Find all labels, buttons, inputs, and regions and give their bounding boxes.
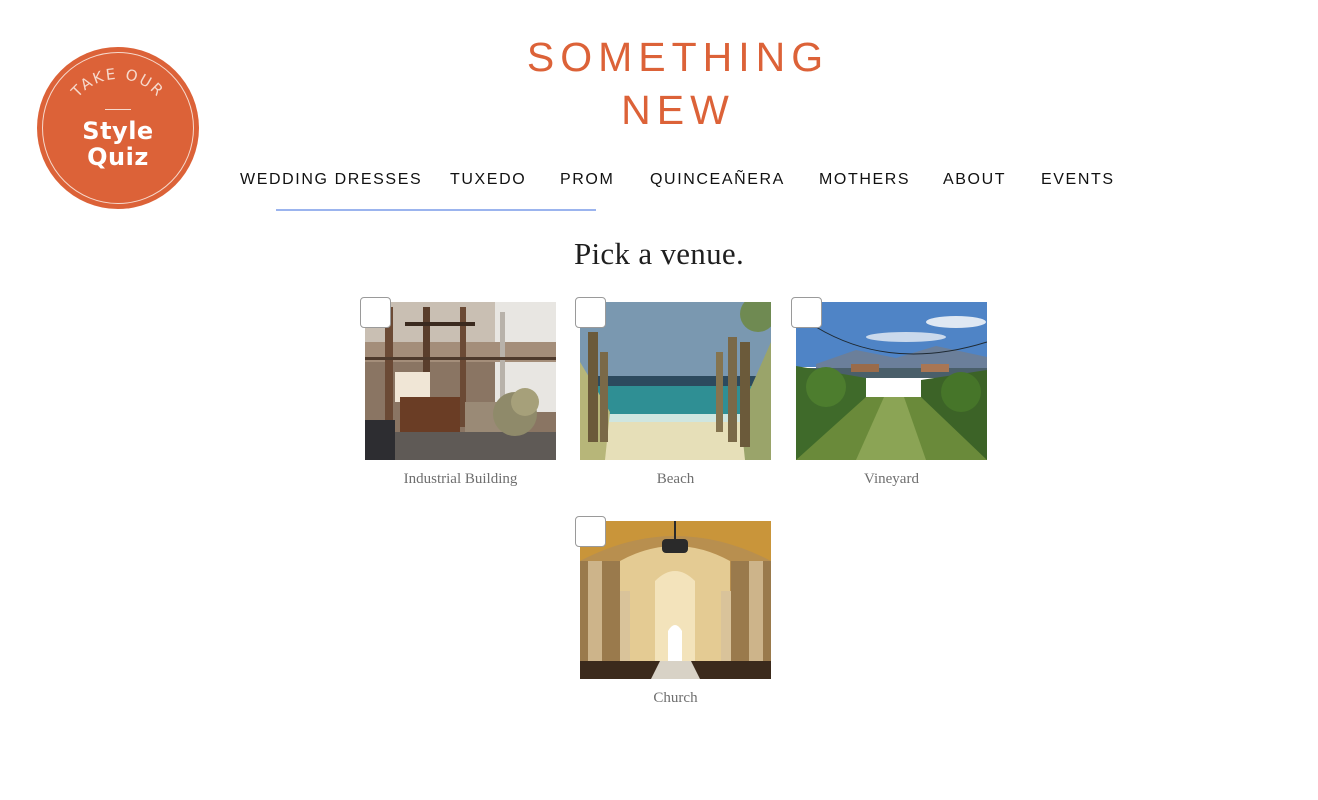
- venue-option-beach[interactable]: Beach: [580, 302, 771, 487]
- venue-label: Vineyard: [864, 471, 919, 487]
- industrial-building-image[interactable]: [365, 302, 556, 460]
- nav-item-tuxedo[interactable]: TUXEDO: [450, 170, 526, 190]
- venue-label: Beach: [656, 471, 695, 487]
- beach-image[interactable]: [580, 302, 771, 460]
- nav-active-underline: [276, 209, 596, 211]
- logo-line2: NEW: [621, 87, 735, 133]
- svg-text:TAKE OUR: TAKE OUR: [67, 65, 168, 102]
- venue-checkbox-beach[interactable]: [575, 297, 606, 328]
- badge-title: Style Quiz: [37, 118, 199, 170]
- nav-item-mothers[interactable]: MOTHERS: [819, 170, 910, 190]
- nav-item-prom[interactable]: PROM: [560, 170, 614, 190]
- nav-item-about[interactable]: ABOUT: [943, 170, 1006, 190]
- venue-option-industrial[interactable]: Industrial Building: [365, 302, 556, 487]
- venue-label: Church: [653, 690, 698, 706]
- main-nav: WEDDING DRESSES TUXEDO PROM QUINCEAÑERA …: [0, 170, 1318, 194]
- page-heading: Pick a venue.: [573, 236, 745, 271]
- nav-item-events[interactable]: EVENTS: [1041, 170, 1115, 190]
- nav-item-wedding-dresses[interactable]: WEDDING DRESSES: [240, 170, 422, 190]
- venue-label: Industrial Building: [403, 471, 518, 487]
- venue-checkbox-industrial[interactable]: [360, 297, 391, 328]
- badge-divider: [105, 109, 131, 110]
- venue-option-vineyard[interactable]: Vineyard: [796, 302, 987, 487]
- nav-item-quinceanera[interactable]: QUINCEAÑERA: [650, 170, 785, 190]
- vineyard-image[interactable]: [796, 302, 987, 460]
- church-image[interactable]: [580, 521, 771, 679]
- badge-title-line2: Quiz: [87, 143, 149, 171]
- venue-checkbox-church[interactable]: [575, 516, 606, 547]
- venue-checkbox-vineyard[interactable]: [791, 297, 822, 328]
- site-logo[interactable]: SOMETHING NEW: [478, 31, 878, 137]
- logo-line1: SOMETHING: [526, 34, 830, 80]
- venue-option-church[interactable]: Church: [580, 521, 771, 706]
- badge-title-line1: Style: [82, 117, 154, 145]
